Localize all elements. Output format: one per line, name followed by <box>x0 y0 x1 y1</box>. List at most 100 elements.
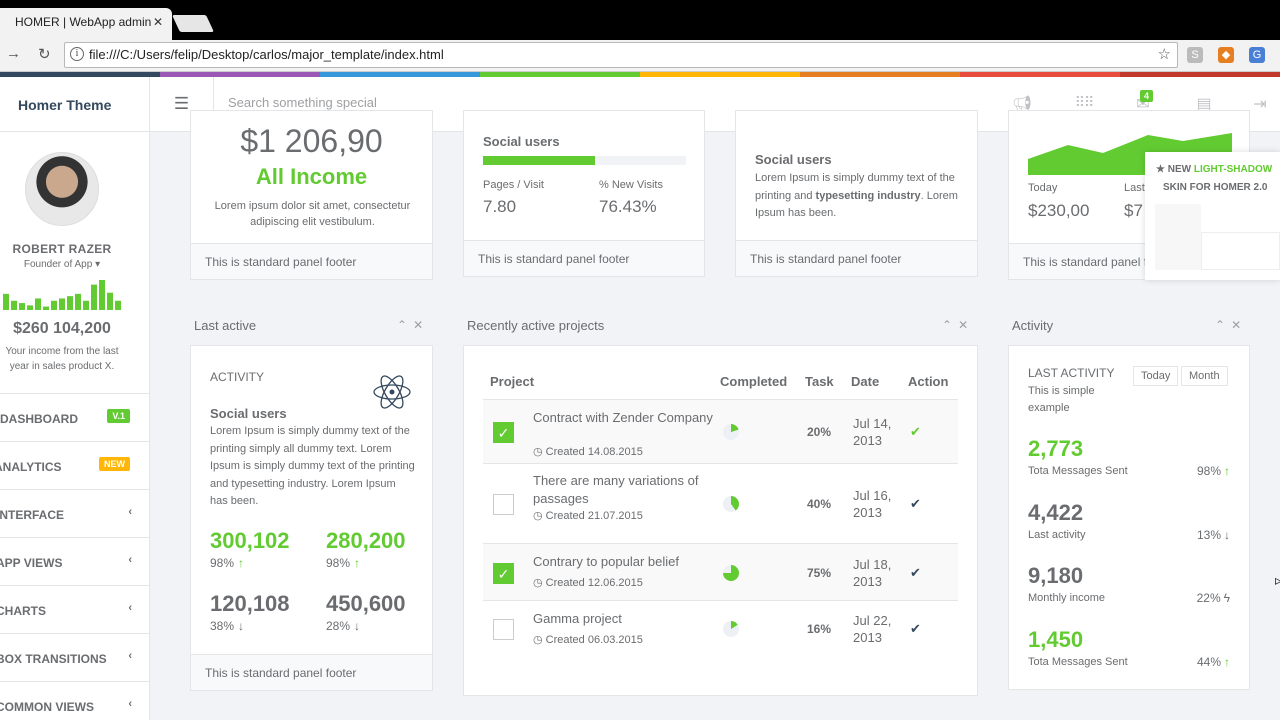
project-created: ◷ Created 21.07.2015 <box>533 510 643 522</box>
income-text: Lorem ipsum dolor sit amet, consectetur … <box>214 200 411 228</box>
collapse-icon[interactable]: ⌃ <box>942 318 958 332</box>
forward-icon[interactable]: → <box>6 45 21 62</box>
check-action-icon[interactable]: ✔ <box>910 496 921 512</box>
skype-extension-icon[interactable]: S <box>1187 47 1203 63</box>
popup-subline: SKIN FOR HOMER 2.0 <box>1163 182 1268 193</box>
bookmark-star-icon[interactable]: ☆ <box>1158 45 1171 63</box>
sidebar-item-interface[interactable]: INTERFACE ‹ <box>0 489 149 537</box>
collapse-icon[interactable]: ⌃ <box>397 318 413 332</box>
panel-footer: This is standard panel footer <box>464 240 704 276</box>
arrow-down-icon: ↓ <box>354 619 361 633</box>
stat-percent: 98% ↑ <box>210 556 245 570</box>
address-bar[interactable]: i file:///C:/Users/felip/Desktop/carlos/… <box>64 42 1178 68</box>
sidebar-item-charts[interactable]: CHARTS ‹ <box>0 585 149 633</box>
sidebar-item-badge: V.1 <box>107 409 130 423</box>
close-icon[interactable]: ✕ <box>958 318 974 332</box>
task-percent: 40% <box>807 497 832 511</box>
sidebar-item-dashboard[interactable]: DASHBOARD V.1 <box>0 393 149 441</box>
arrow-down-icon: ↓ <box>1224 527 1230 542</box>
sparkline-bar <box>59 298 65 310</box>
skin-popup[interactable]: ★ NEW LIGHT-SHADOW SKIN FOR HOMER 2.0 <box>1145 152 1280 280</box>
projects-title: Recently active projects <box>467 318 605 333</box>
last-active-sub: Social users <box>210 406 287 421</box>
sidebar-item-badge: NEW <box>99 457 130 471</box>
collapse-icon[interactable]: ⌃ <box>1215 318 1231 332</box>
check-action-icon[interactable]: ✔ <box>910 565 921 581</box>
sidebar-item-analytics[interactable]: ANALYTICS NEW <box>0 441 149 489</box>
col-task: Task <box>805 374 834 389</box>
stat-percent: 98% ↑ <box>326 556 361 570</box>
close-icon[interactable]: ✕ <box>413 318 429 332</box>
sidebar-item-box-transitions[interactable]: BOX TRANSITIONS ‹ <box>0 633 149 681</box>
panel-tools: ⌃✕ <box>1215 318 1247 332</box>
table-row[interactable]: Gamma project ◷ Created 06.03.2015 16% Jul … <box>483 600 958 656</box>
tab-close-icon[interactable]: ✕ <box>153 15 163 29</box>
month-button[interactable]: Month <box>1181 366 1228 386</box>
text-panel-body: Lorem Ipsum is simply dummy text of the … <box>755 172 958 219</box>
check-action-icon[interactable]: ✔ <box>910 424 921 440</box>
popup-preview-window <box>1201 232 1280 270</box>
row-checkbox[interactable]: ✓ <box>493 562 514 584</box>
info-icon[interactable]: i <box>70 47 84 61</box>
project-date: Jul 18, 2013 <box>853 556 892 589</box>
project-date: Jul 16, 2013 <box>853 488 892 520</box>
close-icon[interactable]: ✕ <box>1231 318 1247 332</box>
chevron-left-icon: ‹ <box>128 650 132 662</box>
project-name[interactable]: Gamma project <box>533 610 713 628</box>
project-name[interactable]: Contrary to popular belief <box>533 553 713 571</box>
panel-tools: ⌃✕ <box>942 318 974 332</box>
sidebar-item-app-views[interactable]: APP VIEWS ‹ <box>0 537 149 585</box>
browser-tab[interactable]: HOMER | WebApp admin ✕ <box>0 8 172 40</box>
income-value: $1 206,90 <box>240 123 383 159</box>
table-row[interactable]: ✓ Contrary to popular belief ◷ Created 12.… <box>483 543 958 600</box>
profile-role: Founder of App <box>23 259 93 270</box>
project-name[interactable]: There are many variations of passages <box>533 472 713 508</box>
completion-pie <box>723 621 739 637</box>
sidebar-item-common-views[interactable]: COMMON VIEWS ‹ <box>0 681 149 720</box>
clock-icon: ◷ <box>533 446 546 458</box>
stat-value: 120,108 <box>210 591 290 616</box>
stat-percent: 28% ↓ <box>326 619 361 633</box>
check-action-icon[interactable]: ✔ <box>910 621 921 637</box>
sparkline-bar <box>35 298 41 310</box>
row-checkbox[interactable] <box>493 494 514 515</box>
profile-role-dropdown[interactable]: Founder of App ▾ <box>0 259 124 270</box>
caret-down-icon: ▾ <box>95 259 101 270</box>
sparkline-bar <box>83 300 89 310</box>
activity-value: 2,773 <box>1028 436 1084 461</box>
brand-logo[interactable]: Homer Theme <box>0 77 150 132</box>
new-tab-button[interactable] <box>172 15 214 32</box>
translate-extension-icon[interactable]: G <box>1249 47 1265 63</box>
task-percent: 75% <box>807 565 832 580</box>
profile-income-note: Your income from the last year in sales … <box>5 346 119 372</box>
sparkline-bar <box>115 300 121 310</box>
col-action: Action <box>908 374 949 389</box>
task-percent: 16% <box>807 622 832 636</box>
last-active-panel: ACTIVITY Social users Lorem Ipsum is sim… <box>190 345 433 691</box>
completion-pie <box>723 496 739 512</box>
row-checkbox[interactable] <box>493 619 514 640</box>
activity-value: 4,422 <box>1028 499 1084 525</box>
search-input[interactable]: Search something special <box>228 95 377 110</box>
arrow-up-icon: ↑ <box>1224 464 1230 478</box>
project-name[interactable]: Contract with Zender Company <box>533 409 713 427</box>
sparkline-bar <box>91 284 97 310</box>
table-row[interactable]: ✓ Contract with Zender Company ◷ Created 1… <box>483 399 958 463</box>
sparkline-bar <box>51 300 57 310</box>
row-checkbox[interactable]: ✓ <box>493 422 514 443</box>
income-title: All Income <box>255 164 368 189</box>
income-sparkline <box>3 280 121 310</box>
project-created: ◷ Created 12.06.2015 <box>533 577 643 589</box>
reload-icon[interactable]: ↻ <box>38 45 51 63</box>
clock-icon: ◷ <box>533 510 546 522</box>
pages-visit-label: Pages / Visit <box>483 179 544 191</box>
completion-pie <box>723 564 739 581</box>
table-row[interactable]: There are many variations of passages ◷ C… <box>483 463 958 543</box>
today-value: $230,00 <box>1028 201 1090 220</box>
activity-percent: 13% ↓ <box>1196 527 1230 542</box>
avatar[interactable] <box>25 152 99 226</box>
today-button[interactable]: Today <box>1133 366 1179 386</box>
logout-icon[interactable]: ⇥ <box>1249 94 1271 114</box>
fox-extension-icon[interactable]: ◆ <box>1218 47 1234 63</box>
popup-preview <box>1155 204 1201 270</box>
